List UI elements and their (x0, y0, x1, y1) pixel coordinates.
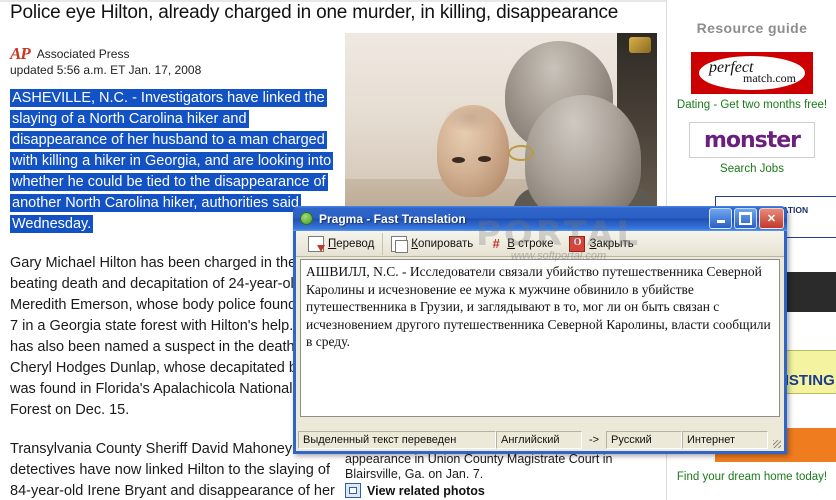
copy-icon (391, 235, 409, 253)
pragma-translation-dialog[interactable]: Pragma - Fast Translation ✕ Перевод Копи… (293, 206, 787, 454)
sidebar-title: Resource guide (696, 20, 808, 36)
page-root: Police eye Hilton, already charged in on… (0, 0, 836, 500)
photo-icon (345, 483, 361, 498)
translated-text: АШВИЛЛ, N.C. - Исследователи связали уби… (306, 264, 771, 349)
close-button[interactable]: O Закрыть (561, 233, 641, 255)
photo-eye-left (452, 157, 465, 163)
photo-glasses (508, 145, 534, 161)
photo-badge (629, 37, 651, 53)
copy-button[interactable]: Копировать (383, 233, 481, 255)
ad-yellow-pages-caption-wrap: Find your dream home today! (667, 466, 836, 483)
dialog-titlebar[interactable]: Pragma - Fast Translation ✕ (293, 206, 787, 231)
dialog-toolbar: Перевод Копировать # В строке O Закрыть (296, 231, 784, 257)
copy-button-label: Копировать (411, 237, 474, 250)
translation-mode[interactable]: Интернет (682, 431, 768, 449)
paragraph-3: Transylvania County Sheriff David Mahone… (10, 441, 335, 499)
maximize-button[interactable] (734, 208, 757, 229)
page-title: Police eye Hilton, already charged in on… (10, 2, 619, 23)
paragraph-2: Gary Michael Hilton has been charged in … (10, 255, 328, 418)
photo-defendant-head (437, 105, 509, 197)
inline-icon: # (492, 235, 500, 251)
translate-button[interactable]: Перевод (300, 232, 384, 255)
language-arrow-icon: -> (588, 434, 600, 446)
window-controls: ✕ (709, 208, 784, 229)
source-name: Associated Press (36, 46, 130, 61)
monster-logo-icon: monster (689, 122, 815, 158)
inline-button-label: В строке (507, 237, 554, 250)
ad-yellow-pages-caption[interactable]: Find your dream home today! (667, 471, 836, 483)
photo-caption: appearance in Union County Magistrate Co… (345, 452, 613, 481)
ad-monster-caption[interactable]: Search Jobs (667, 163, 836, 175)
inline-button[interactable]: # В строке (481, 233, 561, 255)
source-language[interactable]: Английский (496, 431, 582, 449)
news-photo (345, 33, 657, 221)
view-related-photos-label: View related photos (367, 483, 485, 498)
article-body: ASHEVILLE, N.C. - Investigators have lin… (10, 88, 335, 500)
monster-logo-text: monster (703, 127, 801, 153)
byline-source: AP Associated Press (10, 45, 129, 62)
minimize-button[interactable] (709, 208, 732, 229)
ad-perfectmatch-caption[interactable]: Dating - Get two months free! (667, 99, 836, 111)
view-related-photos-link[interactable]: View related photos (345, 483, 485, 498)
updated-timestamp: updated 5:56 a.m. ET Jan. 17, 2008 (10, 63, 202, 77)
close-icon[interactable]: ✕ (759, 208, 784, 229)
puzzle-icon (299, 211, 314, 226)
close-button-label: Закрыть (589, 237, 634, 250)
news-photo-image (345, 33, 657, 221)
selected-paragraph[interactable]: ASHEVILLE, N.C. - Investigators have lin… (10, 88, 335, 235)
photo-person-front (525, 95, 641, 221)
selected-paragraph-text: ASHEVILLE, N.C. - Investigators have lin… (10, 89, 334, 233)
ad-perfectmatch[interactable]: perfect match.com Dating - Get two month… (667, 52, 836, 111)
ap-logo-icon: AP (10, 44, 31, 63)
dialog-title: Pragma - Fast Translation (319, 211, 466, 226)
resize-grip[interactable] (768, 431, 782, 449)
translate-button-label: Перевод (328, 237, 375, 250)
status-message: Выделенный текст переведен (298, 431, 496, 449)
translate-doc-icon (308, 235, 325, 252)
perfectmatch-logo-line2: match.com (743, 71, 796, 85)
close-red-icon: O (569, 235, 586, 252)
ad-monster[interactable]: monster Search Jobs (667, 122, 836, 175)
perfectmatch-logo-icon: perfect match.com (691, 52, 813, 94)
dialog-statusbar: Выделенный текст переведен Английский ->… (298, 431, 782, 449)
photo-eye-right (478, 156, 491, 162)
translation-textarea[interactable]: АШВИЛЛ, N.C. - Исследователи связали уби… (300, 259, 780, 417)
target-language[interactable]: Русский (606, 431, 682, 449)
